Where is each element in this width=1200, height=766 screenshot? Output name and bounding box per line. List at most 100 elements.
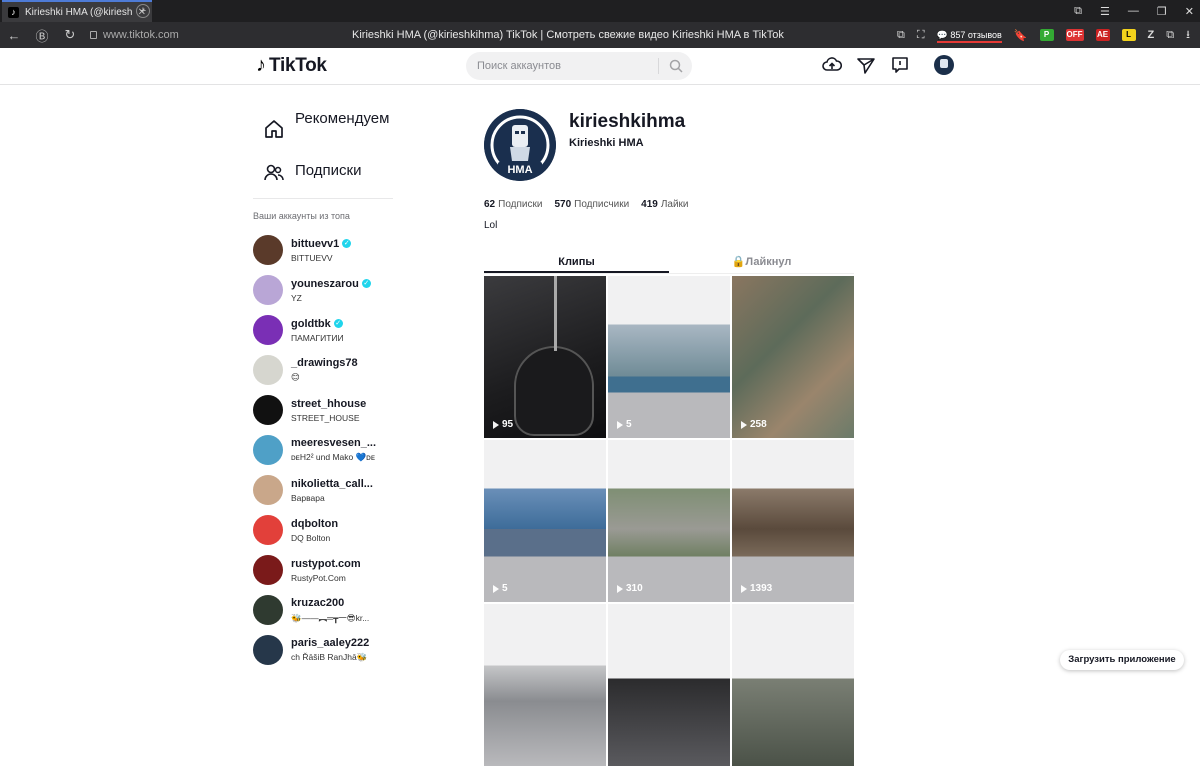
window-controls: ⧉ ☰ — ❐ ✕: [1074, 0, 1194, 22]
account-item[interactable]: dqbolton DQ Bolton: [253, 510, 398, 550]
page-title: Kirieshki HMA (@kirieshkihma) TikTok | С…: [352, 29, 784, 41]
account-name: bittuevv1 ✓: [291, 238, 352, 250]
account-item[interactable]: nikolietta_call... Варвара: [253, 470, 398, 510]
account-subtitle: 😊: [291, 372, 300, 382]
new-tab-button[interactable]: +: [136, 4, 150, 18]
account-item[interactable]: _drawings78 😊: [253, 350, 398, 390]
extension-l-icon[interactable]: L: [1121, 29, 1136, 41]
account-item[interactable]: rustypot.com RustyPot.Com: [253, 550, 398, 590]
profile-stats: 62 Подписки 570 Подписчики 419 Лайки: [484, 199, 689, 210]
account-subtitle: BITTUEVV: [291, 252, 333, 263]
video-thumbnail[interactable]: 258: [732, 276, 854, 438]
account-text: youneszarou ✓ YZ: [291, 278, 371, 303]
extension-p-icon[interactable]: P: [1039, 29, 1054, 41]
account-subtitle: Варвара: [291, 492, 325, 503]
yandex-icon[interactable]: Ⓑ: [28, 26, 56, 45]
search-bar: [466, 52, 692, 80]
account-avatar: [253, 315, 283, 345]
messages-send-icon[interactable]: [856, 55, 876, 75]
extension-off-icon[interactable]: OFF: [1065, 29, 1084, 41]
profile-handle: kirieshkihma: [569, 111, 686, 132]
avatar-text: HMA: [507, 164, 532, 176]
account-item[interactable]: youneszarou ✓ YZ: [253, 270, 398, 310]
extension-z-icon[interactable]: Z: [1148, 29, 1155, 41]
profile-avatar[interactable]: HMA: [484, 109, 556, 181]
account-handle: dqbolton: [291, 517, 339, 530]
video-thumbnail[interactable]: 310: [608, 440, 730, 602]
pin-icon[interactable]: ⧉: [1074, 5, 1082, 18]
browser-tab-bar: ♪ Kirieshki HMA (@kirieshkihma) TikTok ✕…: [0, 0, 1200, 22]
reviews-badge[interactable]: 💬 857 отзывов: [936, 29, 1003, 43]
account-item[interactable]: goldtbk ✓ ПАМАГИТИИ: [253, 310, 398, 350]
video-thumbnail[interactable]: [732, 604, 854, 766]
reviews-count: 857 отзывов: [950, 29, 1002, 40]
account-avatar: [253, 435, 283, 465]
search-input[interactable]: [477, 60, 657, 72]
video-thumbnail[interactable]: 1393: [732, 440, 854, 602]
url-field[interactable]: www.tiktok.com: [84, 26, 180, 44]
reload-icon[interactable]: ↻: [56, 27, 84, 43]
followers-stat[interactable]: 570 Подписчики: [554, 199, 629, 210]
video-thumbnail[interactable]: 5: [484, 440, 606, 602]
maximize-button[interactable]: ❐: [1157, 5, 1167, 18]
browser-tab[interactable]: ♪ Kirieshki HMA (@kirieshkihma) TikTok ✕: [2, 0, 152, 22]
user-avatar[interactable]: [934, 55, 954, 75]
account-text: dqbolton DQ Bolton: [291, 518, 338, 543]
account-text: goldtbk ✓ ПАМАГИТИИ: [291, 318, 344, 343]
account-item[interactable]: street_hhouse STREET_HOUSE: [253, 390, 398, 430]
close-window-button[interactable]: ✕: [1185, 5, 1194, 18]
account-avatar: [253, 555, 283, 585]
account-subtitle: YZ: [291, 292, 302, 303]
download-icon[interactable]: ⭳: [1186, 26, 1190, 45]
account-item[interactable]: kruzac200 🐝——︻═┳一😎kr...: [253, 590, 398, 630]
tiktok-note-icon: ♪: [256, 54, 266, 76]
play-icon: [493, 584, 499, 593]
cable-line: [554, 276, 557, 351]
tiktok-logo-text: TikTok: [269, 54, 327, 76]
extensions-icon[interactable]: ⧉: [1166, 29, 1174, 42]
view-count: 5: [617, 419, 632, 430]
inbox-icon[interactable]: [890, 55, 910, 75]
account-handle: youneszarou: [291, 277, 359, 290]
tiktok-logo[interactable]: ♪ TikTok: [256, 54, 327, 77]
account-name: _drawings78: [291, 357, 358, 369]
video-thumbnail[interactable]: [608, 604, 730, 766]
extension-ae-icon[interactable]: AE: [1095, 29, 1110, 41]
browser-address-bar: ← Ⓑ ↻ www.tiktok.com Kirieshki HMA (@kir…: [0, 22, 1200, 48]
profile-display-name: Kirieshki HMA: [569, 137, 644, 149]
video-thumbnail[interactable]: 95: [484, 276, 606, 438]
account-avatar: [253, 515, 283, 545]
sidebar-item-recommended[interactable]: Рекомендуем: [263, 110, 398, 140]
tab-liked[interactable]: 🔒Лайкнул: [669, 250, 854, 273]
minimize-button[interactable]: —: [1128, 5, 1139, 17]
bookmark-icon[interactable]: 🔖: [1014, 29, 1028, 42]
account-name: paris_aaley222: [291, 637, 369, 649]
view-count-value: 1393: [750, 583, 773, 594]
following-count: 62: [484, 199, 496, 210]
video-thumbnail[interactable]: 5: [608, 276, 730, 438]
back-arrow-icon[interactable]: ←: [0, 28, 28, 43]
sidebar-item-following[interactable]: Подписки: [263, 162, 398, 184]
verified-badge-icon: ✓: [361, 279, 371, 288]
play-icon: [741, 420, 747, 429]
reader-mode-icon[interactable]: ⧉: [897, 29, 905, 42]
account-item[interactable]: paris_aaley222 ch ŘāšiB RanJhā🐝: [253, 630, 398, 670]
account-text: paris_aaley222 ch ŘāšiB RanJhā🐝: [291, 637, 369, 663]
account-avatar: [253, 235, 283, 265]
upload-cloud-icon[interactable]: [822, 55, 842, 75]
lock-icon: [90, 31, 97, 39]
account-item[interactable]: meeresvesen_... ᴅᴇH2² und Mako 💙ᴅᴇ: [253, 430, 398, 470]
get-app-button[interactable]: Загрузить приложение: [1060, 650, 1184, 670]
search-icon[interactable]: [669, 59, 683, 73]
account-name: dqbolton: [291, 518, 338, 530]
video-thumbnail[interactable]: [484, 604, 606, 766]
following-stat[interactable]: 62 Подписки: [484, 199, 542, 210]
account-item[interactable]: bittuevv1 ✓ BITTUEVV: [253, 230, 398, 270]
browser-tab-title: Kirieshki HMA (@kirieshkihma) TikTok: [25, 6, 132, 18]
tab-videos[interactable]: Клипы: [484, 250, 669, 273]
account-text: _drawings78 😊: [291, 357, 358, 383]
account-subtitle: DQ Bolton: [291, 532, 331, 543]
verified-badge-icon: ✓: [342, 239, 352, 248]
translate-icon[interactable]: ⛶: [917, 29, 925, 42]
menu-icon[interactable]: ☰: [1100, 5, 1110, 18]
